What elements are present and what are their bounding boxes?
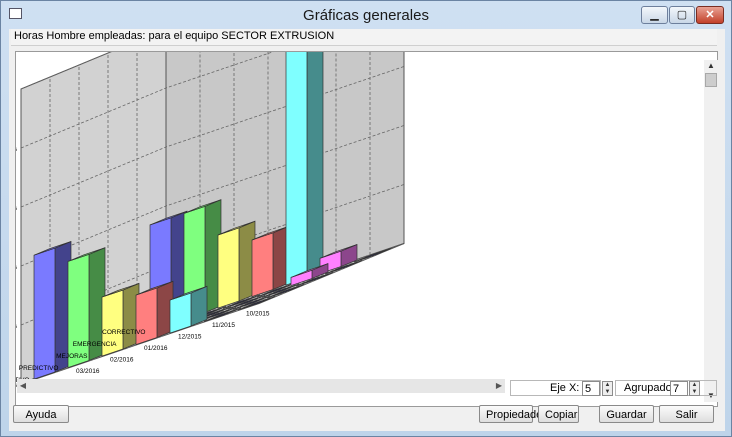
- properties-button[interactable]: Propiedades: [479, 405, 548, 423]
- bar-front: [251, 232, 274, 298]
- column-label: 02/2016: [110, 356, 134, 363]
- z-tick-label: 1 500.00 Hrs: [16, 205, 18, 212]
- bar-front: [217, 227, 240, 309]
- agrupado-spinner[interactable]: ▲ ▼: [689, 381, 700, 396]
- scroll-up-icon[interactable]: ▲: [704, 60, 718, 72]
- bar-front: [67, 253, 90, 369]
- minimize-button[interactable]: ▁: [641, 6, 668, 24]
- eje-x-spinner[interactable]: ▲ ▼: [602, 381, 613, 396]
- agrupado-input[interactable]: [670, 381, 688, 396]
- exit-button[interactable]: Salir: [659, 405, 714, 423]
- vertical-scrollbar[interactable]: ▲ ▼: [704, 60, 718, 402]
- scroll-left-icon[interactable]: ◀: [17, 379, 29, 393]
- save-button[interactable]: Guardar: [599, 405, 654, 423]
- bar-front: [33, 247, 56, 380]
- maximize-button[interactable]: ▢: [669, 6, 695, 24]
- z-tick-label: 1 000.00 Hrs: [16, 264, 18, 271]
- row-label: EMERGENCIA: [73, 341, 117, 348]
- horizontal-scrollbar[interactable]: ◀ ▶: [17, 379, 505, 393]
- window-title: Gráficas generales: [303, 7, 429, 24]
- chart-window: Gráficas generales ▁ ▢ ✕ Horas Hombre em…: [0, 0, 732, 437]
- column-label: 11/2015: [212, 322, 235, 329]
- copy-button[interactable]: Copiar: [538, 405, 579, 423]
- column-label: 01/2016: [144, 345, 168, 352]
- bar-front: [135, 287, 158, 346]
- row-label: PREDICTIVO: [19, 365, 59, 372]
- chart-3d-bar: 0.00 Hrs500.00 Hrs1 000.00 Hrs1 500.00 H…: [16, 52, 405, 389]
- column-label: 10/2015: [246, 310, 270, 317]
- bar-front: [285, 52, 308, 286]
- eje-x-label: Eje X:: [550, 382, 580, 394]
- column-label: 12/2015: [178, 333, 202, 340]
- z-tick-label: 500.00 Hrs: [16, 323, 18, 330]
- help-button[interactable]: Ayuda: [13, 405, 69, 423]
- bar-side: [306, 52, 324, 279]
- agrupado-label: Agrupado:: [624, 382, 675, 394]
- row-label: MEJORAS: [56, 353, 88, 360]
- scroll-thumb[interactable]: [705, 73, 717, 87]
- close-button[interactable]: ✕: [696, 6, 724, 24]
- scroll-right-icon[interactable]: ▶: [493, 379, 505, 393]
- eje-x-input[interactable]: [582, 381, 600, 396]
- title-bar[interactable]: Gráficas generales ▁ ▢ ✕: [1, 1, 731, 29]
- client-area: Horas Hombre empleadas: para el equipo S…: [9, 29, 725, 431]
- row-label: CORRECTIVO: [102, 329, 145, 336]
- chart-panel: 0.00 Hrs500.00 Hrs1 000.00 Hrs1 500.00 H…: [15, 51, 718, 407]
- z-tick-label: 2 000.00 Hrs: [16, 146, 18, 153]
- chart-caption: Horas Hombre empleadas: para el equipo S…: [11, 29, 717, 46]
- column-label: 03/2016: [76, 368, 100, 375]
